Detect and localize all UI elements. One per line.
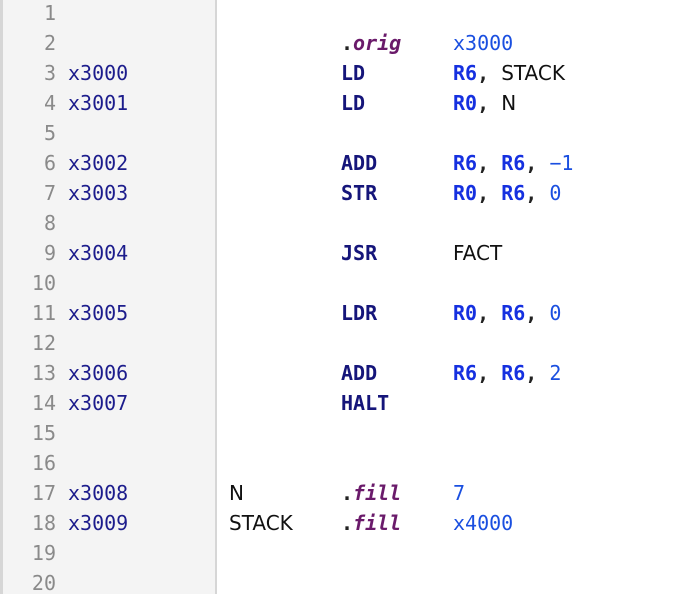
code-label: STACK bbox=[229, 511, 293, 535]
operands: R6, R6, −1 bbox=[453, 148, 573, 178]
separator: , bbox=[477, 181, 502, 205]
symbol: FACT bbox=[453, 241, 503, 265]
line-number: 6 bbox=[43, 151, 56, 175]
separator: , bbox=[525, 361, 550, 385]
line-number: 14 bbox=[31, 391, 56, 415]
number-literal: 2 bbox=[549, 361, 562, 385]
register: R6 bbox=[453, 151, 478, 175]
line-number: 4 bbox=[43, 91, 56, 115]
line-number: 7 bbox=[43, 181, 56, 205]
number-literal: x3000 bbox=[453, 31, 514, 55]
operands: R0, N bbox=[453, 88, 516, 118]
line-number: 9 bbox=[43, 241, 56, 265]
line-number: 15 bbox=[31, 421, 56, 445]
line-number: 11 bbox=[31, 301, 56, 325]
separator: , bbox=[525, 181, 550, 205]
register: R0 bbox=[453, 181, 478, 205]
register: R0 bbox=[453, 91, 478, 115]
line-number: 5 bbox=[43, 121, 56, 145]
address: x3005 bbox=[68, 301, 129, 325]
address: x3003 bbox=[68, 181, 129, 205]
line-number: 8 bbox=[43, 211, 56, 235]
number-literal: −1 bbox=[549, 151, 574, 175]
line-number: 1 bbox=[43, 1, 56, 25]
number-literal: x4000 bbox=[453, 511, 514, 535]
operands: R6, STACK bbox=[453, 58, 565, 88]
line-number: 18 bbox=[31, 511, 56, 535]
address: x3009 bbox=[68, 511, 129, 535]
separator: , bbox=[477, 361, 502, 385]
opcode: JSR bbox=[341, 241, 378, 265]
symbol: N bbox=[501, 91, 517, 115]
line-number: 12 bbox=[31, 331, 56, 355]
number-literal: 0 bbox=[549, 301, 562, 325]
number-literal: 0 bbox=[549, 181, 562, 205]
number-literal: 7 bbox=[453, 481, 466, 505]
address: x3008 bbox=[68, 481, 129, 505]
operands: R0, R6, 0 bbox=[453, 178, 561, 208]
register: R0 bbox=[453, 301, 478, 325]
directive: .fill bbox=[341, 481, 402, 505]
operands: 7 bbox=[453, 478, 465, 508]
register: R6 bbox=[501, 151, 526, 175]
opcode: LD bbox=[341, 91, 366, 115]
line-number: 2 bbox=[43, 31, 56, 55]
line-number: 3 bbox=[43, 61, 56, 85]
separator: , bbox=[477, 301, 502, 325]
register: R6 bbox=[501, 301, 526, 325]
opcode: HALT bbox=[341, 391, 390, 415]
address: x3000 bbox=[68, 61, 129, 85]
register: R6 bbox=[501, 181, 526, 205]
register: R6 bbox=[453, 361, 478, 385]
code-editor[interactable]: 1 2 .orig x3000 3 x3000 LD R6, STACK 4 x3001 LD R0,… bbox=[0, 0, 690, 595]
address: x3006 bbox=[68, 361, 129, 385]
directive: .orig bbox=[341, 31, 402, 55]
operands: FACT bbox=[453, 238, 502, 268]
operands: x4000 bbox=[453, 508, 513, 538]
operands: R0, R6, 0 bbox=[453, 298, 561, 328]
symbol: STACK bbox=[501, 61, 565, 85]
opcode: ADD bbox=[341, 361, 378, 385]
separator: , bbox=[477, 91, 502, 115]
separator: , bbox=[477, 151, 502, 175]
register: R6 bbox=[453, 61, 478, 85]
line-number: 19 bbox=[31, 541, 56, 565]
address: x3002 bbox=[68, 151, 129, 175]
opcode: STR bbox=[341, 181, 378, 205]
operands: R6, R6, 2 bbox=[453, 358, 561, 388]
register: R6 bbox=[501, 361, 526, 385]
opcode: LDR bbox=[341, 301, 378, 325]
opcode: ADD bbox=[341, 151, 378, 175]
opcode: LD bbox=[341, 61, 366, 85]
operands: x3000 bbox=[453, 28, 513, 58]
separator: , bbox=[525, 301, 550, 325]
address: x3004 bbox=[68, 241, 129, 265]
separator: , bbox=[525, 151, 550, 175]
separator: , bbox=[477, 61, 502, 85]
directive: .fill bbox=[341, 511, 402, 535]
line-number: 16 bbox=[31, 451, 56, 475]
line-number: 13 bbox=[31, 361, 56, 385]
code-label: N bbox=[229, 481, 244, 505]
line-number: 10 bbox=[31, 271, 56, 295]
line-number: 17 bbox=[31, 481, 56, 505]
address: x3007 bbox=[68, 391, 129, 415]
address: x3001 bbox=[68, 91, 129, 115]
